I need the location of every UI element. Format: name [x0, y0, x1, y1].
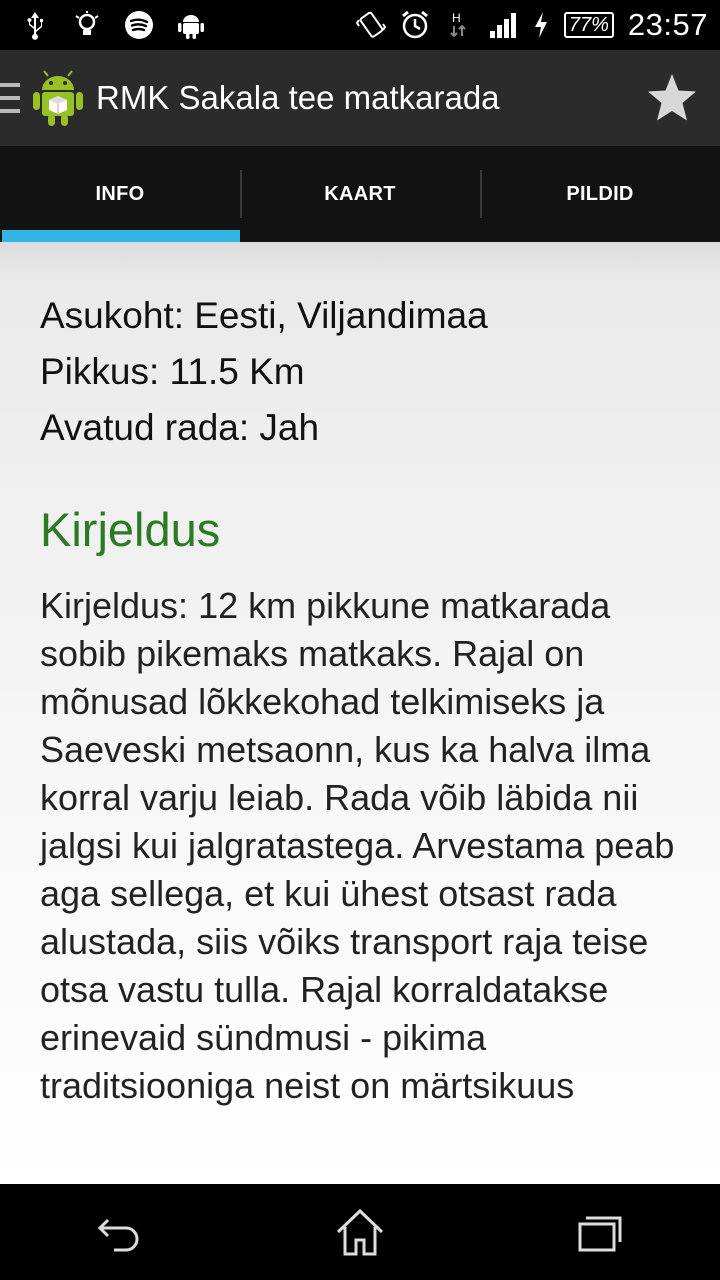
- lightbulb-icon: [72, 10, 102, 40]
- tab-pildid[interactable]: PILDID: [480, 146, 720, 242]
- home-button[interactable]: [300, 1184, 420, 1280]
- back-icon: [97, 1218, 139, 1252]
- alarm-icon: [400, 10, 430, 40]
- usb-icon: [20, 10, 50, 40]
- favorite-button[interactable]: [624, 50, 720, 146]
- android-debug-icon: [176, 10, 206, 40]
- star-icon: [648, 74, 696, 121]
- info-content[interactable]: Asukoht: Eesti, Viljandimaa Pikkus: 11.5…: [0, 242, 720, 1184]
- back-button[interactable]: [60, 1184, 180, 1280]
- home-icon: [336, 1208, 384, 1256]
- app-title: RMK Sakala tee matkarada: [96, 79, 500, 116]
- svg-text:H: H: [452, 11, 461, 25]
- recents-icon: [578, 1216, 622, 1252]
- tab-info[interactable]: INFO: [0, 146, 240, 242]
- navigation-bar: [0, 1184, 720, 1280]
- battery-level: 77%: [563, 12, 614, 38]
- open-trail-text: Avatud rada: Jah: [40, 407, 320, 448]
- tab-bar: INFO KAART PILDID: [0, 146, 720, 242]
- location-text: Asukoht: Eesti, Viljandimaa: [40, 295, 488, 336]
- signal-icon: [488, 10, 518, 40]
- section-title: Kirjeldus: [40, 503, 221, 556]
- app-logo-icon[interactable]: [30, 68, 86, 128]
- clock: 23:57: [627, 7, 708, 42]
- vibrate-icon: [355, 10, 386, 40]
- recents-button[interactable]: [540, 1184, 660, 1280]
- status-bar: H 77% 23:57: [0, 0, 720, 50]
- tab-kaart[interactable]: KAART: [240, 146, 480, 242]
- description-text: Kirjeldus: 12 km pikkune matkarada sobib…: [40, 585, 675, 1106]
- spotify-icon: [124, 10, 154, 40]
- menu-icon[interactable]: [0, 83, 22, 113]
- charging-icon: [532, 10, 550, 40]
- action-bar: RMK Sakala tee matkarada: [0, 50, 720, 146]
- length-text: Pikkus: 11.5 Km: [40, 351, 305, 392]
- h-data-icon: H: [444, 10, 474, 40]
